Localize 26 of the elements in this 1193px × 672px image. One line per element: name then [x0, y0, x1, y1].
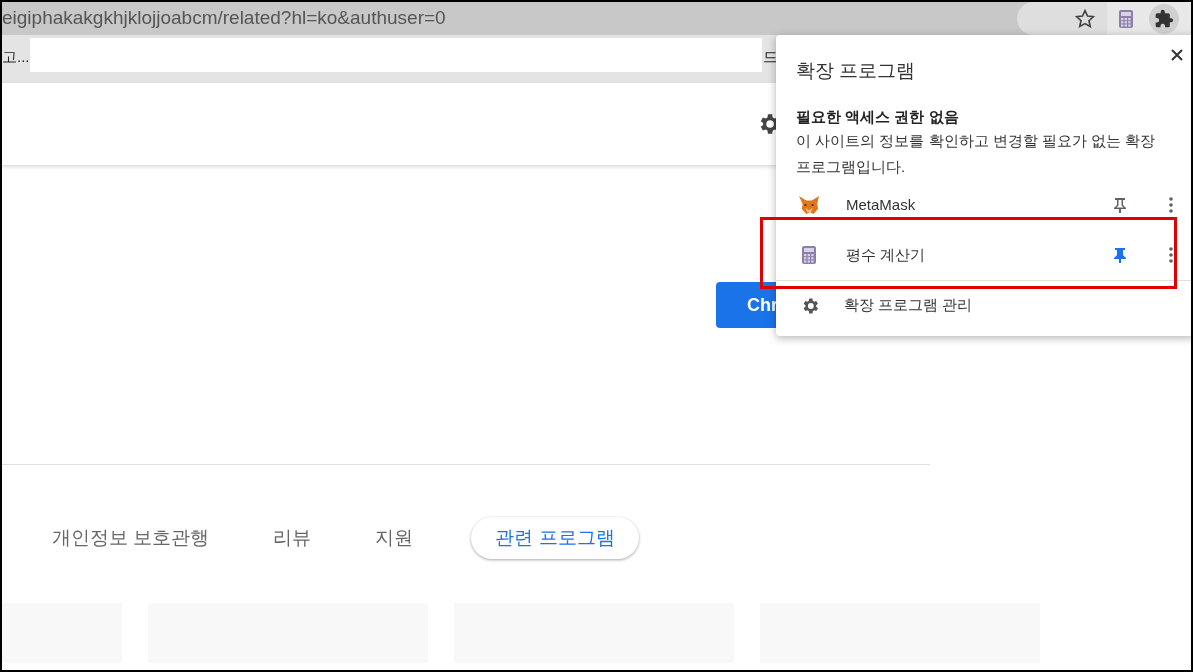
- extension-row[interactable]: 평수 계산기: [776, 230, 1191, 280]
- extension-row[interactable]: MetaMask: [776, 180, 1191, 230]
- section-text: 이 사이트의 정보를 확인하고 변경할 필요가 없는 확장 프로그램입니다.: [796, 131, 1157, 177]
- extensions-button[interactable]: [1149, 3, 1179, 34]
- bookmark-label[interactable]: 고...: [2, 38, 30, 69]
- tab[interactable]: 관련 프로그램: [471, 517, 639, 559]
- extension-name: 평수 계산기: [846, 244, 927, 265]
- close-icon[interactable]: [1171, 49, 1183, 61]
- star-icon[interactable]: [1075, 8, 1095, 29]
- calculator-icon: [802, 246, 816, 264]
- manage-extensions-link[interactable]: 확장 프로그램 관리: [844, 294, 973, 317]
- section-heading: 필요한 액세스 권한 없음: [796, 106, 960, 127]
- calculator-icon[interactable]: [1119, 9, 1133, 28]
- tab[interactable]: 개인정보 보호관행: [32, 517, 230, 559]
- bookmark-label[interactable]: 드: [762, 38, 778, 69]
- popup-title: 확장 프로그램: [796, 59, 916, 83]
- more-icon[interactable]: [1169, 197, 1173, 213]
- tab[interactable]: 지원: [355, 517, 434, 559]
- puzzle-icon: [1154, 8, 1174, 29]
- url-text[interactable]: eigiphakakgkhjklojjoabcm/related?hl=ko&authuser=0: [2, 4, 446, 33]
- extension-name: MetaMask: [846, 194, 917, 215]
- fox-icon: [798, 195, 820, 215]
- pin-icon[interactable]: [1113, 247, 1127, 263]
- pin-icon[interactable]: [1113, 197, 1127, 213]
- more-icon[interactable]: [1169, 247, 1173, 263]
- tab[interactable]: 리뷰: [253, 517, 332, 559]
